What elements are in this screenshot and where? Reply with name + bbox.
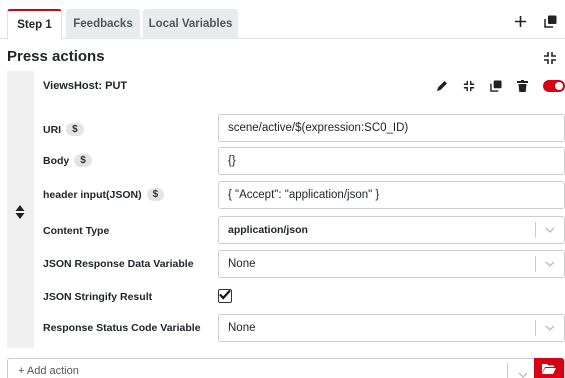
tab-feedbacks-label: Feedbacks — [73, 18, 133, 30]
content-type-label-row: Content Type — [43, 225, 109, 237]
action-tools — [435, 79, 565, 92]
json-response-label: JSON Response Data Variable — [43, 258, 194, 270]
json-response-select[interactable]: None — [218, 250, 565, 278]
body-input[interactable]: {} — [218, 147, 565, 175]
json-response-label-row: JSON Response Data Variable — [43, 258, 194, 270]
chevron-down-icon[interactable] — [518, 365, 530, 378]
body-label-row: Body $ — [43, 154, 92, 167]
action-body: ViewsHost: PUT URI $ scene/active/$(expr… — [34, 71, 565, 348]
copy-icon[interactable] — [489, 79, 502, 92]
tab-feedbacks[interactable]: Feedbacks — [66, 9, 140, 39]
body-value: {} — [228, 155, 236, 167]
uri-value: scene/active/$(expression:SC0_ID) — [228, 122, 409, 134]
edit-icon[interactable] — [435, 79, 448, 92]
status-code-label: Response Status Code Variable — [43, 322, 201, 334]
header-value: { "Accept": "application/json" } — [228, 189, 380, 201]
tab-step-1-label: Step 1 — [17, 19, 52, 31]
sort-icon[interactable] — [15, 204, 25, 220]
status-code-select[interactable]: None — [218, 314, 565, 342]
select-divider — [507, 363, 508, 378]
folder-open-icon — [542, 361, 556, 378]
stringify-label: JSON Stringify Result — [43, 291, 153, 303]
tab-local-variables-label: Local Variables — [148, 18, 233, 30]
add-action-placeholder: + Add action — [18, 365, 79, 377]
action-panel: ViewsHost: PUT URI $ scene/active/$(expr… — [7, 71, 565, 348]
stringify-checkbox[interactable] — [218, 289, 232, 303]
body-label: Body — [43, 154, 70, 167]
tab-tools — [513, 14, 557, 28]
header-label: header input(JSON) — [43, 188, 142, 201]
chevron-down-icon[interactable] — [536, 261, 564, 267]
uri-variable-badge[interactable]: $ — [66, 123, 84, 136]
tab-local-variables[interactable]: Local Variables — [143, 9, 238, 39]
trash-icon[interactable] — [516, 79, 529, 92]
status-code-label-row: Response Status Code Variable — [43, 322, 201, 334]
tab-bar: Step 1 Feedbacks Local Variables — [0, 0, 565, 40]
browse-actions-button[interactable] — [534, 358, 564, 378]
drag-column[interactable] — [7, 71, 34, 348]
uri-input[interactable]: scene/active/$(expression:SC0_ID) — [218, 114, 565, 142]
page-title: Press actions — [7, 48, 105, 65]
chevron-down-icon[interactable] — [536, 227, 564, 233]
add-action-select[interactable]: + Add action — [7, 358, 565, 378]
content-type-value: application/json — [228, 224, 308, 236]
collapse-icon[interactable] — [462, 79, 475, 92]
json-response-value: None — [228, 258, 256, 270]
enabled-toggle[interactable] — [543, 79, 565, 92]
collapse-icon[interactable] — [543, 51, 557, 65]
plus-icon[interactable] — [513, 14, 527, 28]
stringify-label-row: JSON Stringify Result — [43, 291, 152, 303]
header-variable-badge[interactable]: $ — [146, 188, 165, 201]
chevron-down-icon[interactable] — [536, 325, 564, 331]
action-name: ViewsHost: PUT — [43, 80, 128, 92]
uri-label: URI — [43, 123, 62, 136]
header-label-row: header input(JSON) $ — [43, 188, 165, 201]
content-type-select[interactable]: application/json — [218, 216, 565, 244]
check-icon — [219, 287, 231, 305]
uri-label-row: URI $ — [43, 123, 84, 136]
tab-step-1[interactable]: Step 1 — [7, 9, 62, 40]
status-code-value: None — [228, 322, 256, 334]
copy-icon[interactable] — [543, 14, 557, 28]
content-type-label: Content Type — [43, 225, 110, 237]
header-input[interactable]: { "Accept": "application/json" } — [218, 181, 565, 209]
body-variable-badge[interactable]: $ — [74, 154, 92, 167]
